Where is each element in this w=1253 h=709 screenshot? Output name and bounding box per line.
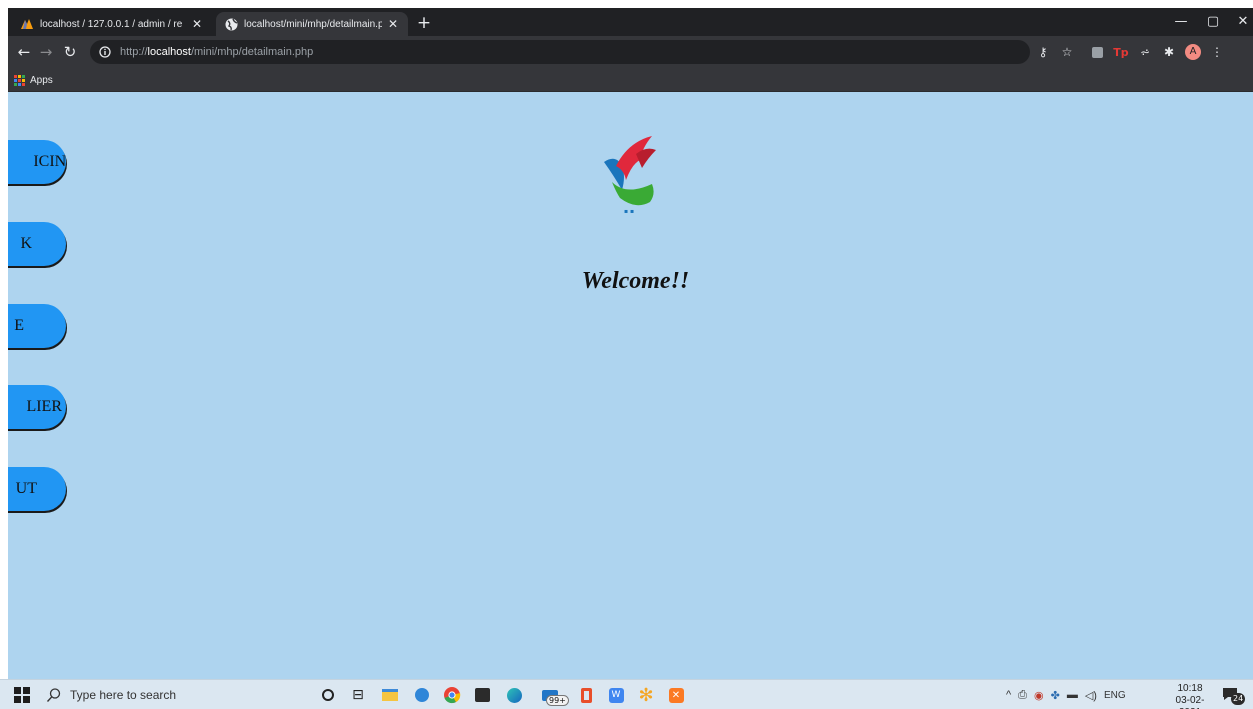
- tab-strip: localhost / 127.0.0.1 / admin / re ✕ loc…: [8, 8, 1253, 36]
- maximize-icon[interactable]: ▢: [1198, 11, 1228, 33]
- tab-close-icon[interactable]: ✕: [386, 17, 400, 31]
- taskbar-clock[interactable]: 10:18 03-02-2021: [1166, 683, 1214, 709]
- taskbar: Type here to search ⊟ 99+ W ✻ ✕ ^ ⎙ ◉ ✤ …: [0, 679, 1253, 709]
- url-host: localhost: [147, 46, 191, 58]
- snowflake-icon[interactable]: ✻: [636, 685, 656, 706]
- safari-compass-icon[interactable]: [412, 685, 432, 705]
- tab-phpmyadmin[interactable]: localhost / 127.0.0.1 / admin / re ✕: [12, 12, 212, 36]
- tab-detailmain[interactable]: localhost/mini/mhp/detailmain.p ✕: [216, 12, 408, 36]
- apps-icon: [14, 74, 25, 86]
- store-button[interactable]: E: [8, 304, 66, 348]
- task-view-icon[interactable]: ⊟: [348, 685, 368, 705]
- star-icon[interactable]: ☆: [1058, 43, 1076, 61]
- button-label: ICINE: [33, 153, 66, 170]
- notification-center-icon[interactable]: 24: [1222, 686, 1246, 705]
- bookmark-apps[interactable]: Apps: [14, 72, 53, 88]
- store-bag-icon[interactable]: [472, 685, 492, 705]
- logo: ▪ ▪: [596, 132, 664, 222]
- windows-start-icon[interactable]: [14, 687, 30, 703]
- notification-badge: 24: [1231, 693, 1246, 705]
- screen: localhost / 127.0.0.1 / admin / re ✕ loc…: [0, 0, 1253, 709]
- chrome-icon[interactable]: [442, 685, 462, 705]
- reload-icon[interactable]: ↻: [60, 42, 80, 62]
- app-tray-icon[interactable]: ⎙: [1018, 689, 1027, 702]
- file-explorer-icon[interactable]: [380, 685, 400, 705]
- bookmarks-bar: Apps: [8, 68, 1253, 92]
- welcome-heading: Welcome!!: [581, 268, 690, 294]
- taskbar-search-input[interactable]: Type here to search: [46, 683, 306, 707]
- supplier-button[interactable]: LIER: [8, 385, 66, 429]
- key-icon[interactable]: ⚷: [1034, 43, 1052, 61]
- minimize-icon[interactable]: —: [1166, 11, 1196, 33]
- menu-icon[interactable]: ⋮: [1208, 43, 1226, 61]
- security-tray-icon[interactable]: ◉: [1034, 689, 1044, 702]
- search-placeholder: Type here to search: [70, 688, 177, 702]
- globe-icon: [224, 17, 238, 31]
- url-path: /mini/mhp/detailmain.php: [190, 46, 314, 58]
- new-tab-button[interactable]: +: [414, 13, 434, 33]
- back-icon[interactable]: ←: [14, 42, 34, 62]
- browser-toolbar: ← → ↻ http://localhost/mini/mhp/detailma…: [8, 36, 1253, 68]
- phpmyadmin-icon: [20, 17, 34, 31]
- extension-chart-icon[interactable]: ⩫: [1136, 43, 1154, 61]
- address-bar[interactable]: http://localhost/mini/mhp/detailmain.php: [90, 40, 1030, 64]
- button-label: E: [14, 317, 24, 334]
- search-icon: [46, 688, 61, 702]
- mail-icon[interactable]: 99+: [536, 685, 569, 706]
- extension-tp-icon[interactable]: Tp: [1112, 43, 1130, 61]
- cortana-icon[interactable]: [318, 685, 338, 705]
- close-icon[interactable]: ✕: [1228, 11, 1253, 33]
- xampp-icon[interactable]: ✕: [666, 685, 686, 705]
- clock-time: 10:18: [1177, 683, 1203, 694]
- puzzle-icon[interactable]: ✱: [1160, 43, 1178, 61]
- logout-button[interactable]: UT: [8, 467, 66, 511]
- tab-close-icon[interactable]: ✕: [190, 17, 204, 31]
- stock-button[interactable]: K: [8, 222, 66, 266]
- extension-grey-icon[interactable]: [1088, 43, 1106, 61]
- tab-title: localhost / 127.0.0.1 / admin / re: [40, 18, 183, 30]
- button-label: K: [20, 235, 32, 252]
- browser-window: localhost / 127.0.0.1 / admin / re ✕ loc…: [8, 8, 1253, 679]
- avatar[interactable]: A: [1184, 43, 1202, 61]
- language-indicator[interactable]: ENG: [1104, 690, 1126, 701]
- mail-badge: 99+: [546, 695, 569, 706]
- volume-icon[interactable]: ◁): [1085, 689, 1097, 702]
- meet-tray-icon[interactable]: ✤: [1051, 689, 1060, 702]
- bookmark-label: Apps: [30, 74, 53, 86]
- avatar-initial: A: [1185, 44, 1201, 60]
- info-icon[interactable]: [98, 45, 112, 59]
- page-viewport: ICINE K E LIER UT ▪ ▪ Welcome!!: [8, 92, 1253, 679]
- url-scheme: http://: [120, 46, 148, 58]
- tab-title: localhost/mini/mhp/detailmain.p: [244, 18, 382, 30]
- office-icon[interactable]: [576, 685, 596, 705]
- button-label: UT: [15, 480, 37, 497]
- chevron-up-icon[interactable]: ^: [1006, 689, 1011, 701]
- wps-icon[interactable]: W: [606, 685, 626, 705]
- medicine-button[interactable]: ICINE: [8, 140, 66, 184]
- button-label: LIER: [26, 398, 62, 415]
- system-tray: ^ ⎙ ◉ ✤ ▬ ◁) ENG: [1006, 685, 1126, 705]
- clock-date: 03-02-2021: [1175, 695, 1205, 709]
- edge-icon[interactable]: [504, 685, 524, 705]
- battery-icon[interactable]: ▬: [1067, 689, 1078, 701]
- logo-caption: ▪ ▪: [624, 208, 635, 215]
- forward-icon[interactable]: →: [36, 42, 56, 62]
